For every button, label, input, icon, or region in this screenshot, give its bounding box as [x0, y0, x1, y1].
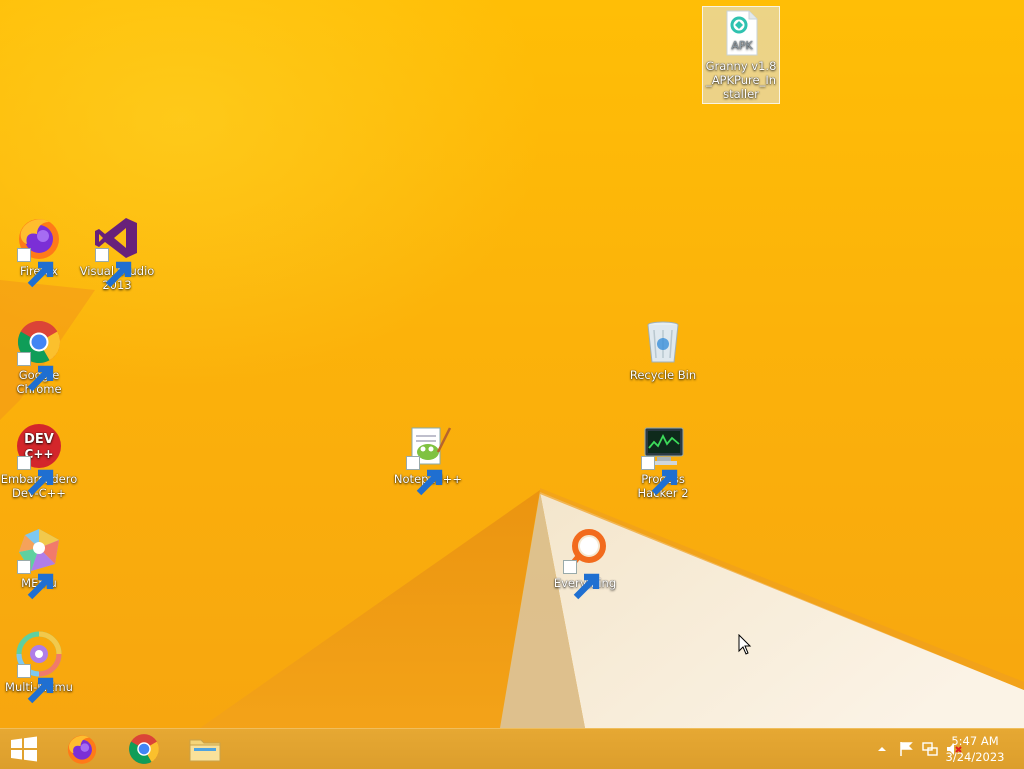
- devcpp-icon: DEV C++: [15, 422, 63, 496]
- wallpaper: [0, 280, 1024, 728]
- desktop-icon-everything[interactable]: Everything: [546, 526, 624, 600]
- shortcut-arrow-icon: [95, 248, 132, 288]
- desktop-icon-firefox[interactable]: Firefox: [0, 214, 78, 288]
- chrome-icon: [15, 318, 63, 392]
- desktop-icon-visual-studio[interactable]: Visual Studio 2013: [78, 214, 156, 292]
- shortcut-arrow-icon: [17, 248, 54, 288]
- desktop-icon-multi-memu[interactable]: Multi-MEmu: [0, 630, 78, 704]
- recycle-bin-icon: [639, 318, 687, 366]
- process-hacker-icon: [639, 422, 687, 496]
- desktop-icon-memu[interactable]: MEmu: [0, 526, 78, 600]
- firefox-icon: [67, 735, 97, 764]
- taskbar: 5:47 AM 3/24/2023: [0, 728, 1024, 769]
- windows-logo-icon: [11, 736, 37, 762]
- desktop-icon-process-hacker[interactable]: Process Hacker 2: [624, 422, 702, 500]
- everything-search-icon: [561, 526, 609, 600]
- apk-badge: APK: [731, 39, 753, 52]
- folder-icon: [189, 739, 221, 762]
- show-hidden-icons-chevron-icon[interactable]: [874, 741, 890, 757]
- shortcut-arrow-icon: [17, 664, 54, 704]
- shortcut-arrow-icon: [17, 560, 54, 600]
- desktop-icon-devcpp[interactable]: DEV C++ Embarcadero Dev-C++: [0, 422, 78, 500]
- shortcut-arrow-icon: [17, 352, 54, 392]
- action-center-flag-icon[interactable]: [898, 741, 914, 757]
- mouse-cursor-icon: [738, 634, 752, 655]
- taskbar-firefox-button[interactable]: [52, 729, 112, 769]
- system-tray: 5:47 AM 3/24/2023: [824, 729, 1024, 769]
- shortcut-arrow-icon: [563, 560, 600, 600]
- recycle-bin-label: Recycle Bin: [629, 368, 697, 382]
- clock-time: 5:47 AM: [951, 734, 999, 748]
- shortcut-arrow-icon: [17, 456, 54, 496]
- desktop-icon-notepadpp[interactable]: Notepad++: [389, 422, 467, 496]
- multi-memu-icon: [15, 630, 63, 704]
- chrome-icon: [129, 734, 159, 764]
- shortcut-arrow-icon: [406, 456, 443, 496]
- taskbar-file-explorer-button[interactable]: [175, 729, 235, 769]
- notepadpp-icon: [404, 422, 452, 496]
- desktop-icon-recycle-bin[interactable]: Recycle Bin: [624, 318, 702, 382]
- devcpp-badge-top: DEV: [24, 432, 54, 447]
- clock[interactable]: 5:47 AM 3/24/2023: [940, 733, 1010, 765]
- desktop-icon-google-chrome[interactable]: Google Chrome: [0, 318, 78, 396]
- desktop-icon-apk-installer[interactable]: APK Granny v1.8_APKPure_Installer: [702, 6, 780, 104]
- desktop[interactable]: APK Granny v1.8_APKPure_Installer Firefo…: [0, 0, 1024, 728]
- taskbar-chrome-button[interactable]: [114, 729, 174, 769]
- apk-installer-label: Granny v1.8_APKPure_Installer: [705, 59, 777, 101]
- firefox-icon: [15, 214, 63, 288]
- start-button[interactable]: [0, 729, 48, 769]
- clock-date: 3/24/2023: [945, 750, 1005, 764]
- apk-file-icon: APK: [717, 9, 765, 57]
- visual-studio-icon: [93, 214, 141, 288]
- shortcut-arrow-icon: [641, 456, 678, 496]
- network-icon[interactable]: [922, 741, 938, 757]
- memu-icon: [15, 526, 63, 600]
